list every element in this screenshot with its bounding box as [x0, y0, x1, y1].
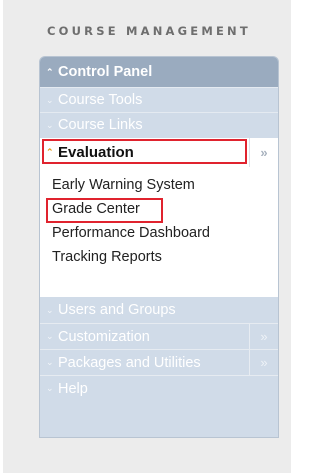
evaluation-submenu: Early Warning System Grade Center Perfor… — [40, 167, 278, 297]
menu-item-label: Course Tools — [58, 92, 143, 108]
chevron-down-icon: ⌄ — [46, 383, 54, 393]
expand-arrow-icon[interactable]: » — [249, 350, 278, 375]
menu-item-course-links[interactable]: ⌄ Course Links — [40, 112, 278, 137]
menu-item-label: Help — [58, 380, 88, 397]
menu-item-course-tools[interactable]: ⌄ Course Tools — [40, 87, 278, 112]
menu-item-packages-and-utilities[interactable]: ⌄ Packages and Utilities » — [40, 349, 278, 375]
menu-item-label: Course Links — [58, 117, 143, 133]
chevron-down-icon: ⌄ — [46, 331, 54, 341]
submenu-item-performance-dashboard[interactable]: Performance Dashboard — [52, 225, 210, 241]
expand-arrow-icon[interactable]: » — [249, 138, 278, 167]
menu-item-label: Users and Groups — [58, 302, 176, 318]
menu-item-evaluation[interactable]: ⌃ Evaluation » — [40, 138, 278, 167]
section-title: COURSE MANAGEMENT — [47, 24, 251, 38]
menu-item-label: Evaluation — [58, 144, 134, 161]
submenu-item-early-warning-system[interactable]: Early Warning System — [52, 177, 195, 193]
menu-item-label: Customization — [58, 328, 150, 345]
control-panel: ⌃ Control Panel ⌄ Course Tools ⌄ Course … — [39, 56, 279, 438]
menu-item-help[interactable]: ⌄ Help — [40, 375, 278, 401]
chevron-down-icon: ⌄ — [46, 94, 54, 105]
submenu-item-tracking-reports[interactable]: Tracking Reports — [52, 249, 162, 265]
menu-item-customization[interactable]: ⌄ Customization » — [40, 323, 278, 349]
menu-item-users-and-groups[interactable]: ⌄ Users and Groups — [40, 297, 278, 323]
chevron-down-icon: ⌄ — [46, 357, 54, 367]
expand-arrow-icon[interactable]: » — [249, 324, 278, 349]
submenu-item-grade-center[interactable]: Grade Center — [52, 201, 140, 217]
control-panel-label: Control Panel — [58, 64, 153, 80]
control-panel-header[interactable]: ⌃ Control Panel — [40, 57, 278, 87]
menu-item-label: Packages and Utilities — [58, 354, 201, 371]
chevron-down-icon: ⌄ — [46, 304, 54, 315]
course-menu-frame: COURSE MANAGEMENT ⌃ Control Panel ⌄ Cour… — [3, 0, 291, 473]
chevron-up-icon: ⌃ — [46, 147, 54, 157]
chevron-down-icon: ⌄ — [46, 119, 54, 130]
chevron-up-icon: ⌃ — [46, 66, 54, 77]
